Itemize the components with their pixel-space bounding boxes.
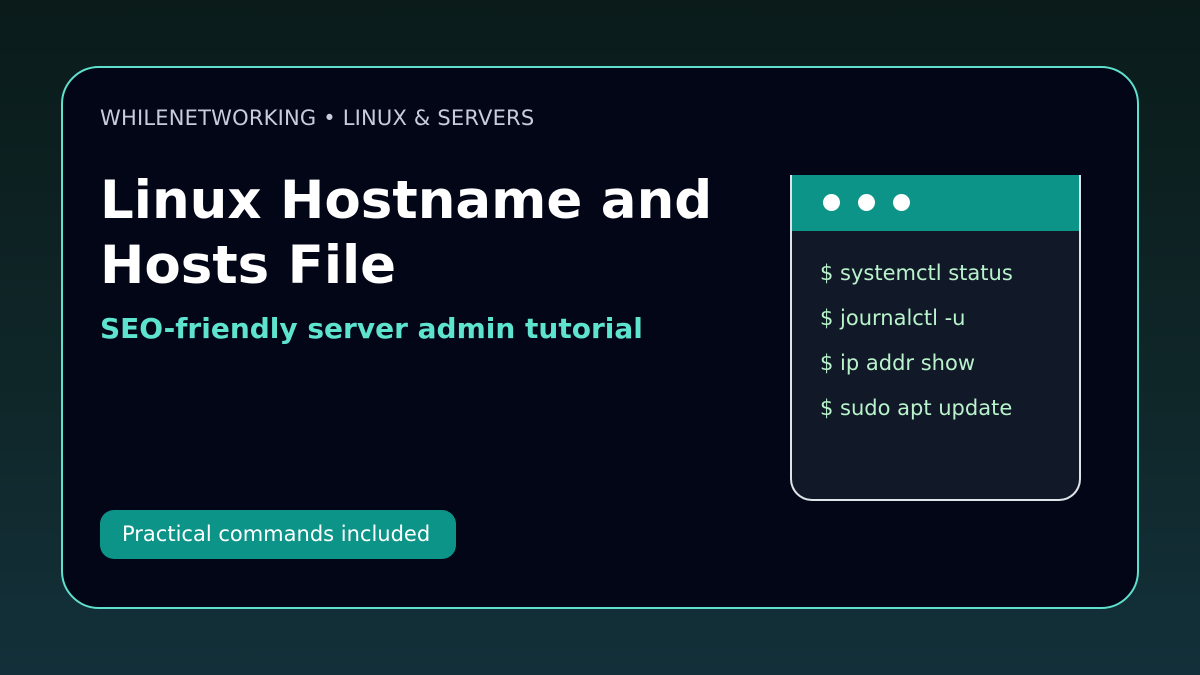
subtitle: SEO-friendly server admin tutorial <box>100 312 643 345</box>
page-title: Linux Hostname and Hosts File <box>100 170 713 296</box>
window-dot-icon <box>858 194 875 211</box>
window-dot-icon <box>823 194 840 211</box>
window-dot-icon <box>893 194 910 211</box>
command-line: $ systemctl status <box>820 261 1013 285</box>
command-list: $ systemctl status $ journalctl -u $ ip … <box>820 258 1013 438</box>
command-line: $ ip addr show <box>820 351 975 375</box>
command-line: $ sudo apt update <box>820 396 1013 420</box>
category-label: WHILENETWORKING • LINUX & SERVERS <box>100 106 535 130</box>
terminal-title-bar <box>792 175 1079 231</box>
command-line: $ journalctl -u <box>820 306 966 330</box>
terminal-window: $ systemctl status $ journalctl -u $ ip … <box>790 175 1081 501</box>
feature-badge: Practical commands included <box>100 510 456 559</box>
